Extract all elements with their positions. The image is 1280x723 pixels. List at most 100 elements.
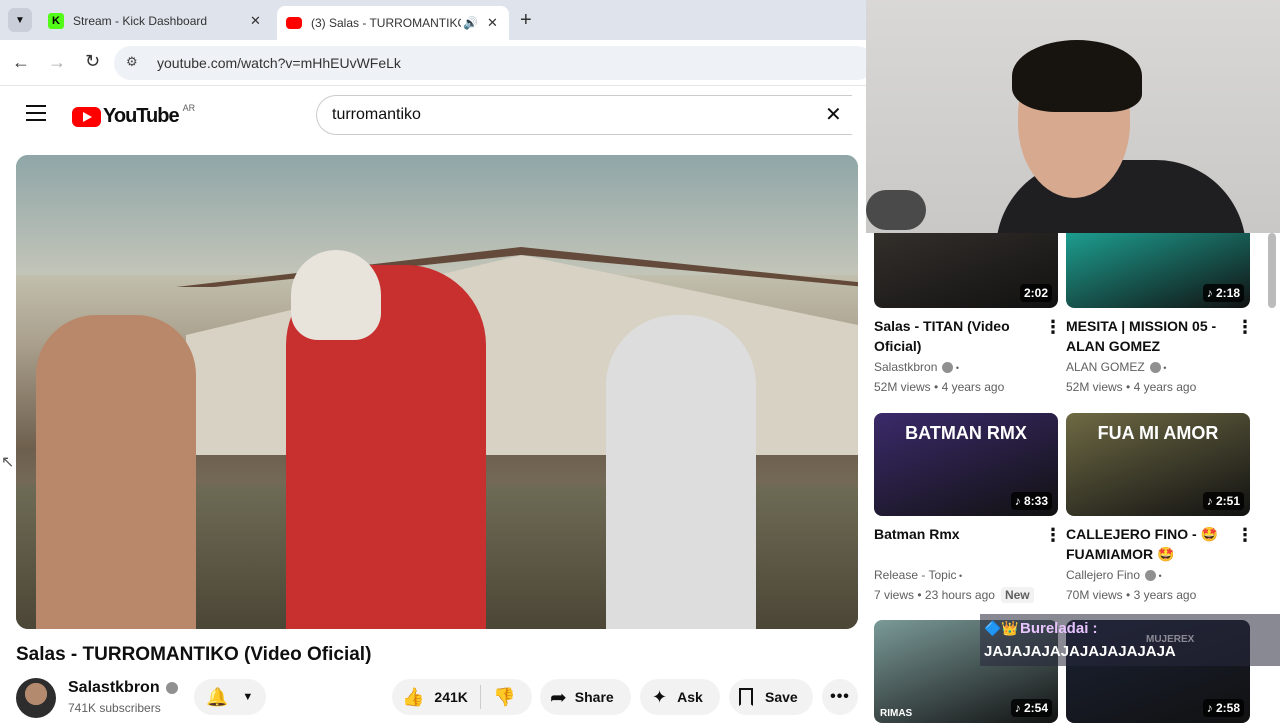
duration-badge: 2:02 (1019, 284, 1052, 302)
webcam-overlay (866, 0, 1280, 233)
separator-dot: • (1156, 571, 1162, 581)
video-thumbnail[interactable]: BATMAN RMX ♪ 8:33 (874, 413, 1058, 516)
save-button[interactable]: Save (729, 679, 813, 715)
thumbnail-text: FUA MI AMOR (1097, 423, 1219, 443)
address-bar-row: ← → ↻ ⚙ youtube.com/watch?v=mHhEUvWFeLk (0, 40, 874, 86)
recommendation-title[interactable]: Salas - TITAN (Video Oficial) (874, 316, 1036, 356)
video-player[interactable] (16, 155, 858, 629)
separator-dot: • (1122, 380, 1134, 394)
recommendation-title[interactable]: MESITA | MISSION 05 - ALAN GOMEZ (1066, 316, 1228, 356)
sidebar-scrollbar[interactable] (1268, 233, 1276, 308)
channel-name[interactable]: Salastkbron (68, 679, 178, 697)
recommendation-channel[interactable]: ALAN GOMEZ • (1066, 358, 1166, 377)
more-vertical-icon[interactable]: ⋮ (1236, 525, 1254, 546)
youtube-logo-text: YouTube (103, 105, 180, 127)
duration-badge: ♪ 8:33 (1010, 492, 1052, 510)
more-actions-button[interactable]: ••• (822, 679, 858, 715)
recommendation-stats: 52M views • 4 years ago (874, 378, 1004, 396)
new-tab-icon[interactable]: + (520, 9, 532, 32)
separator-dot: • (914, 588, 925, 602)
chevron-down-icon: ▼ (242, 691, 254, 703)
upload-age: 23 hours ago (924, 588, 995, 602)
url-text: youtube.com/watch?v=mHhEUvWFeLk (157, 55, 401, 71)
video-frame-person-right (606, 315, 756, 629)
url-field[interactable]: ⚙ youtube.com/watch?v=mHhEUvWFeLk (114, 46, 874, 80)
back-icon[interactable]: ← (12, 52, 30, 73)
share-icon: ➦ (550, 686, 567, 709)
like-dislike-group: 👍 241K 👎 (392, 679, 532, 715)
recommendation-stats: 52M views • 4 years ago (1066, 378, 1196, 396)
like-button[interactable]: 👍 241K (392, 687, 480, 708)
more-vertical-icon[interactable]: ⋮ (1044, 317, 1062, 338)
like-count: 241K (434, 689, 468, 705)
chat-message: JAJAJAJAJAJAJAJAJAJA (984, 643, 1176, 660)
forward-icon[interactable]: → (48, 52, 66, 73)
channel-avatar[interactable] (16, 678, 56, 718)
youtube-logo-icon (72, 106, 101, 127)
site-settings-icon[interactable]: ⚙ (126, 54, 138, 70)
ask-button[interactable]: ✦ Ask (640, 679, 720, 715)
more-vertical-icon[interactable]: ⋮ (1236, 317, 1254, 338)
tab-title: Stream - Kick Dashboard (73, 14, 208, 28)
share-button[interactable]: ➦ Share (540, 679, 631, 715)
video-title: Salas - TURROMANTIKO (Video Oficial) (16, 644, 372, 665)
video-frame-person-left (36, 315, 196, 629)
more-vertical-icon[interactable]: ⋮ (1044, 525, 1062, 546)
new-badge: New (1000, 587, 1034, 603)
channel-name-text: Callejero Fino (1066, 568, 1141, 582)
channel-name-text: Salastkbron (874, 360, 938, 374)
youtube-logo[interactable]: YouTube AR (72, 102, 196, 128)
thumbs-up-icon: 👍 (402, 686, 425, 707)
recommendation-channel[interactable]: Callejero Fino • (1066, 566, 1162, 585)
subscriber-count: 741K subscribers (68, 701, 161, 715)
ask-label: Ask (677, 689, 703, 705)
tab-list-dropdown-icon[interactable]: ▼ (8, 8, 32, 32)
webcam-person-hair (1012, 40, 1142, 112)
save-label: Save (765, 689, 798, 705)
upload-age: 4 years ago (1133, 380, 1197, 394)
share-label: Share (574, 689, 614, 705)
verified-icon (1145, 570, 1157, 582)
chat-username: Bureladai : (1020, 620, 1098, 637)
recommendation-channel[interactable]: Salastkbron • (874, 358, 959, 377)
separator-dot: • (956, 571, 963, 581)
tab-title: (3) Salas - TURROMANTIKO (311, 16, 461, 30)
recommendation-stats: 7 views • 23 hours ago New (874, 586, 1034, 604)
recommendation-title[interactable]: Batman Rmx (874, 524, 1036, 544)
chat-badge-icons: 🔷👑 (984, 620, 1019, 636)
duration-badge: ♪ 2:54 (1010, 699, 1052, 717)
verified-icon (942, 362, 954, 374)
tab-kick-dashboard[interactable]: K Stream - Kick Dashboard ✕ (40, 6, 272, 36)
video-thumbnail[interactable]: FUA MI AMOR ♪ 2:51 (1066, 413, 1250, 516)
close-tab-icon[interactable]: ✕ (250, 13, 261, 29)
menu-icon[interactable] (26, 105, 46, 121)
youtube-icon (286, 17, 302, 29)
country-code: AR (182, 102, 196, 113)
youtube-header: YouTube AR turromantiko ✕ (0, 87, 866, 143)
webcam-headphones (866, 190, 926, 230)
search-input[interactable]: turromantiko ✕ (316, 95, 852, 135)
chat-overlay: 🔷👑 Bureladai : JAJAJAJAJAJAJAJAJAJA (980, 614, 1280, 666)
clear-search-icon[interactable]: ✕ (825, 102, 842, 127)
recommendation-channel[interactable]: Release - Topic • (874, 566, 962, 585)
kick-icon: K (48, 13, 64, 29)
close-tab-icon[interactable]: ✕ (487, 15, 498, 31)
view-count: 52M views (874, 380, 931, 394)
recommendation-stats: 70M views • 3 years ago (1066, 586, 1196, 604)
mouse-cursor-icon: ↖ (1, 454, 15, 471)
channel-name-text: Release - Topic (874, 568, 957, 582)
dislike-button[interactable]: 👎 (481, 687, 515, 708)
tab-youtube-video[interactable]: (3) Salas - TURROMANTIKO 🔊 ✕ (277, 6, 509, 40)
thumbs-down-icon: 👎 (493, 686, 516, 707)
reload-icon[interactable]: ↻ (85, 51, 100, 72)
channel-name-text: ALAN GOMEZ (1066, 360, 1145, 374)
verified-icon (1149, 362, 1161, 374)
upload-age: 3 years ago (1133, 588, 1197, 602)
view-count: 7 views (874, 588, 915, 602)
recommendation-title[interactable]: CALLEJERO FINO - 🤩 FUAMIAMOR 🤩 (1066, 524, 1228, 564)
audio-playing-icon[interactable]: 🔊 (463, 16, 478, 30)
notification-bell-button[interactable]: 🔔 ▼ (194, 679, 266, 715)
separator-dot: • (930, 380, 942, 394)
sparkle-icon: ✦ (652, 686, 668, 707)
separator-dot: • (953, 363, 960, 373)
